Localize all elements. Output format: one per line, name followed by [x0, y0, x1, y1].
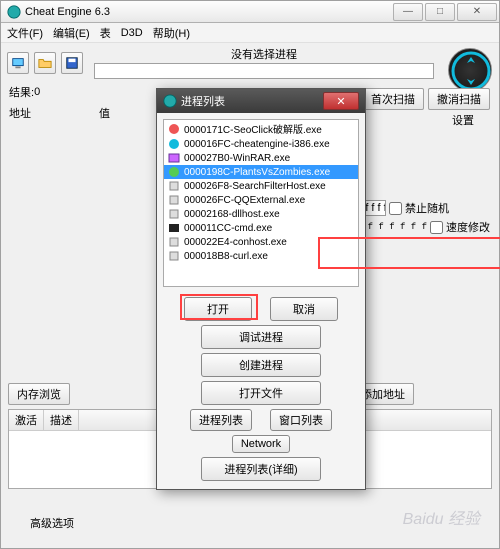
col-value: 值	[99, 105, 159, 121]
menu-file[interactable]: 文件(F)	[7, 25, 43, 41]
process-name: 000018B8-curl.exe	[184, 251, 268, 262]
process-name: 000027B0-WinRAR.exe	[184, 153, 290, 164]
watermark: Baidu 经验	[403, 505, 480, 529]
prevent-random-checkbox[interactable]	[389, 202, 402, 215]
network-button[interactable]: Network	[232, 435, 290, 453]
process-row[interactable]: 0000171C-SeoClick破解版.exe	[164, 120, 358, 137]
pvz-icon	[168, 166, 180, 178]
open-folder-button[interactable]	[34, 52, 56, 74]
settings-label[interactable]: 设置	[452, 112, 474, 128]
window-title: Cheat Engine 6.3	[25, 6, 393, 18]
dialog-close-button[interactable]: ✕	[323, 92, 359, 110]
computer-icon	[11, 56, 25, 70]
memory-view-button[interactable]: 内存浏览	[8, 383, 70, 405]
app-icon	[7, 5, 21, 19]
dialog-title-text: 进程列表	[181, 93, 225, 109]
process-row-selected[interactable]: 0000198C-PlantsVsZombies.exe	[164, 165, 358, 179]
results-label: 结果:	[9, 84, 34, 100]
window-list-button[interactable]: 窗口列表	[270, 409, 332, 431]
process-row[interactable]: 000011CC-cmd.exe	[164, 221, 358, 235]
create-process-button[interactable]: 创建进程	[201, 353, 321, 377]
dialog-icon	[163, 94, 177, 108]
folder-icon	[38, 56, 52, 70]
winrar-icon	[168, 152, 180, 164]
process-name: 000016FC-cheatengine-i386.exe	[184, 139, 330, 150]
exe-icon	[168, 250, 180, 262]
close-button[interactable]: ✕	[457, 3, 497, 21]
progress-bar	[94, 63, 434, 79]
process-listbox[interactable]: 0000171C-SeoClick破解版.exe 000016FC-cheate…	[163, 119, 359, 287]
ce-icon	[168, 138, 180, 150]
process-list-button[interactable]: 进程列表	[190, 409, 252, 431]
dialog-titlebar: 进程列表 ✕	[157, 89, 365, 113]
open-process-button[interactable]	[7, 52, 29, 74]
app-icon	[168, 123, 180, 135]
dialog-buttons: 打开 取消 调试进程 创建进程 打开文件 进程列表 窗口列表 Network 进…	[157, 293, 365, 489]
process-name: 000011CC-cmd.exe	[184, 223, 272, 234]
process-list-dialog: 进程列表 ✕ 0000171C-SeoClick破解版.exe 000016FC…	[156, 88, 366, 490]
col-desc: 描述	[44, 410, 79, 430]
menu-d3d[interactable]: D3D	[121, 27, 143, 39]
first-scan-button[interactable]: 首次扫描	[362, 88, 424, 110]
save-button[interactable]	[61, 52, 83, 74]
cmd-icon	[168, 222, 180, 234]
advanced-options[interactable]: 高级选项	[30, 515, 74, 531]
maximize-button[interactable]: □	[425, 3, 455, 21]
process-row[interactable]: 000018B8-curl.exe	[164, 249, 358, 263]
prevent-random-label: 禁止随机	[405, 200, 449, 216]
menu-table[interactable]: 表	[100, 25, 111, 41]
col-active: 激活	[9, 410, 44, 430]
process-row[interactable]: 000026F8-SearchFilterHost.exe	[164, 179, 358, 193]
process-list-detail-button[interactable]: 进程列表(详细)	[201, 457, 321, 481]
exe-icon	[168, 208, 180, 220]
minimize-button[interactable]: —	[393, 3, 423, 21]
toolbar: 没有选择进程	[1, 43, 499, 82]
debug-process-button[interactable]: 调试进程	[201, 325, 321, 349]
process-row[interactable]: 00002168-dllhost.exe	[164, 207, 358, 221]
process-name: 00002168-dllhost.exe	[184, 209, 280, 220]
open-file-button[interactable]: 打开文件	[201, 381, 321, 405]
options-panel: 禁止随机 f f f f f f f f 速度修改	[346, 200, 490, 238]
save-icon	[65, 56, 79, 70]
cheat-engine-logo[interactable]	[448, 48, 492, 92]
process-name: 0000171C-SeoClick破解版.exe	[184, 121, 322, 136]
process-row[interactable]: 000026FC-QQExternal.exe	[164, 193, 358, 207]
process-row[interactable]: 000016FC-cheatengine-i386.exe	[164, 137, 358, 151]
no-process-label: 没有选择进程	[94, 46, 434, 62]
menu-help[interactable]: 帮助(H)	[153, 25, 190, 41]
titlebar: Cheat Engine 6.3 — □ ✕	[1, 1, 499, 23]
process-row[interactable]: 000022E4-conhost.exe	[164, 235, 358, 249]
process-name: 0000198C-PlantsVsZombies.exe	[184, 167, 330, 178]
results-count: 0	[34, 86, 40, 98]
exe-icon	[168, 194, 180, 206]
open-button[interactable]: 打开	[184, 297, 252, 321]
process-name: 000022E4-conhost.exe	[184, 237, 287, 248]
cancel-button[interactable]: 取消	[270, 297, 338, 321]
exe-icon	[168, 236, 180, 248]
speed-hack-label: 速度修改	[446, 219, 490, 235]
process-name: 000026F8-SearchFilterHost.exe	[184, 181, 326, 192]
process-row[interactable]: 000027B0-WinRAR.exe	[164, 151, 358, 165]
col-address: 地址	[9, 105, 69, 121]
speed-hack-checkbox[interactable]	[430, 221, 443, 234]
undo-scan-button[interactable]: 撤消扫描	[428, 88, 490, 110]
exe-icon	[168, 180, 180, 192]
process-name: 000026FC-QQExternal.exe	[184, 195, 305, 206]
menubar: 文件(F) 编辑(E) 表 D3D 帮助(H)	[1, 23, 499, 43]
menu-edit[interactable]: 编辑(E)	[53, 25, 90, 41]
